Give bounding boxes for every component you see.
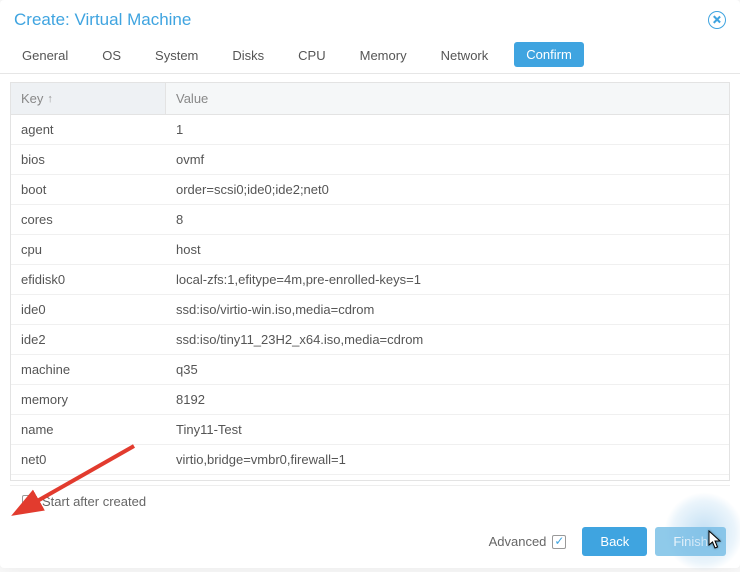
tab-network[interactable]: Network [433,42,497,73]
back-button[interactable]: Back [582,527,647,556]
table-row[interactable]: biosovmf [11,145,729,175]
dialog-title: Create: Virtual Machine [14,10,191,30]
advanced-checkbox[interactable] [552,535,566,549]
close-icon[interactable] [708,11,726,29]
row-key: boot [11,175,166,204]
footer-checkbox-row: Start after created [10,485,730,517]
table-row[interactable]: agent1 [11,115,729,145]
row-value: host [166,235,729,264]
row-value: ovmf [166,145,729,174]
start-after-created-label: Start after created [42,494,146,509]
row-value: ssd:iso/virtio-win.iso,media=cdrom [166,295,729,324]
row-value: q35 [166,355,729,384]
table-row[interactable]: memory8192 [11,385,729,415]
finish-button[interactable]: Finish [655,527,726,556]
table-row[interactable]: ide2ssd:iso/tiny11_23H2_x64.iso,media=cd… [11,325,729,355]
table-row[interactable]: net0virtio,bridge=vmbr0,firewall=1 [11,445,729,475]
row-value: local-zfs:1,efitype=4m,pre-enrolled-keys… [166,265,729,294]
tab-confirm[interactable]: Confirm [514,42,584,67]
row-key: efidisk0 [11,265,166,294]
row-key: agent [11,115,166,144]
tab-cpu[interactable]: CPU [290,42,333,73]
wizard-tabs: General OS System Disks CPU Memory Netwo… [0,38,740,74]
grid-header: Key ↑ Value [11,83,729,115]
row-value: pve [166,475,729,480]
row-key: cpu [11,235,166,264]
sort-asc-icon: ↑ [47,93,53,105]
col-header-key[interactable]: Key ↑ [11,83,166,114]
grid-body[interactable]: agent1biosovmfbootorder=scsi0;ide0;ide2;… [11,115,729,480]
advanced-toggle[interactable]: Advanced [489,534,567,549]
tab-system[interactable]: System [147,42,206,73]
row-value: order=scsi0;ide0;ide2;net0 [166,175,729,204]
start-after-created-checkbox[interactable] [22,495,36,509]
tab-disks[interactable]: Disks [224,42,272,73]
row-value: 8 [166,205,729,234]
tab-os[interactable]: OS [94,42,129,73]
col-header-value[interactable]: Value [166,83,729,114]
row-value: 1 [166,115,729,144]
row-key: name [11,415,166,444]
tab-general[interactable]: General [14,42,76,73]
row-value: Tiny11-Test [166,415,729,444]
create-vm-dialog: Create: Virtual Machine General OS Syste… [0,0,740,568]
table-row[interactable]: bootorder=scsi0;ide0;ide2;net0 [11,175,729,205]
table-row[interactable]: machineq35 [11,355,729,385]
row-value: ssd:iso/tiny11_23H2_x64.iso,media=cdrom [166,325,729,354]
row-key: bios [11,145,166,174]
row-value: virtio,bridge=vmbr0,firewall=1 [166,445,729,474]
row-key: memory [11,385,166,414]
table-row[interactable]: ide0ssd:iso/virtio-win.iso,media=cdrom [11,295,729,325]
dialog-header: Create: Virtual Machine [0,0,740,38]
footer-bar: Advanced Back Finish [0,517,740,568]
row-key: ide0 [11,295,166,324]
row-key: nodename [11,475,166,480]
row-value: 8192 [166,385,729,414]
table-row[interactable]: nameTiny11-Test [11,415,729,445]
tab-memory[interactable]: Memory [352,42,415,73]
row-key: machine [11,355,166,384]
table-row[interactable]: cpuhost [11,235,729,265]
row-key: ide2 [11,325,166,354]
table-row[interactable]: nodenamepve [11,475,729,480]
table-row[interactable]: cores8 [11,205,729,235]
row-key: cores [11,205,166,234]
row-key: net0 [11,445,166,474]
table-row[interactable]: efidisk0local-zfs:1,efitype=4m,pre-enrol… [11,265,729,295]
summary-grid: Key ↑ Value agent1biosovmfbootorder=scsi… [10,82,730,481]
